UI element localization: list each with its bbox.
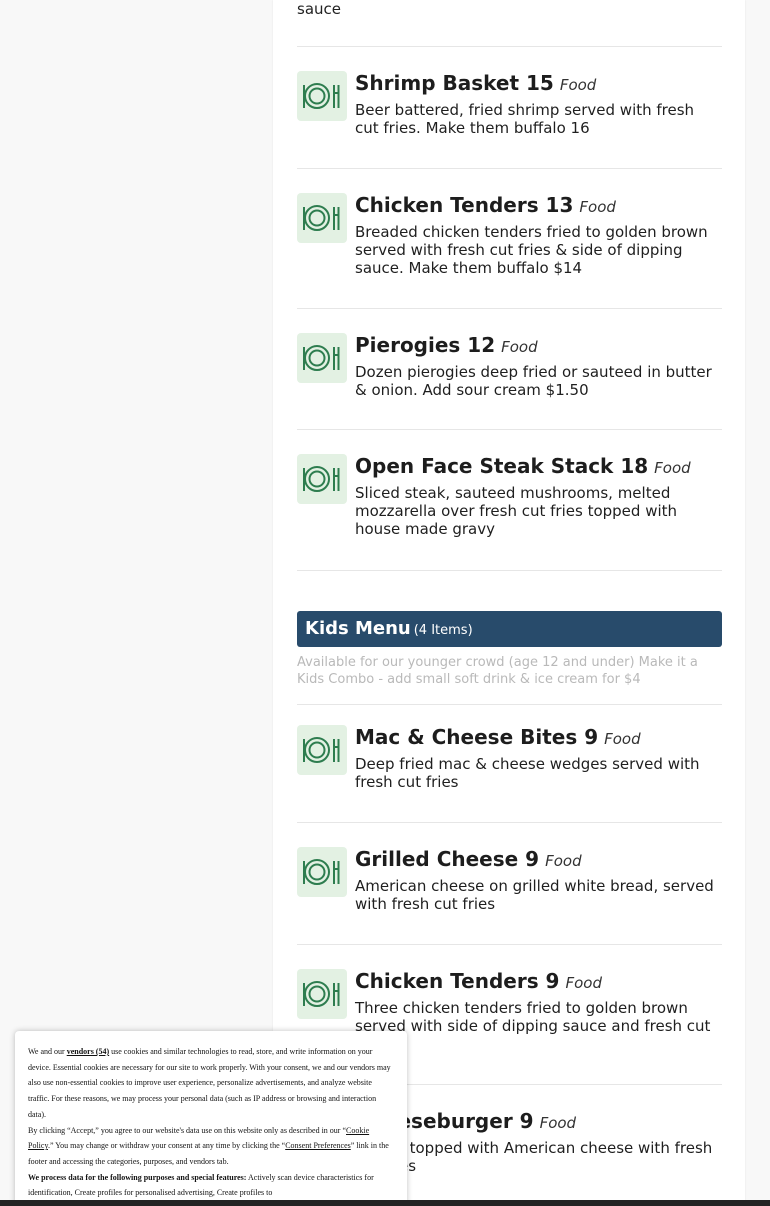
item-category-tag: Food <box>604 730 641 748</box>
bottom-bar <box>0 1200 770 1206</box>
item-category-tag: Food <box>565 974 602 992</box>
item-title: Chicken Tenders 9 <box>355 969 560 993</box>
item-description: Three chicken tenders fried to golden br… <box>355 999 711 1035</box>
divider <box>297 168 722 169</box>
vendors-link[interactable]: vendors (54) <box>67 1047 109 1056</box>
item-description: Sliced steak, sauteed mushrooms, melted … <box>355 484 678 538</box>
item-category-tag: Food <box>654 459 691 477</box>
item-title: Shrimp Basket 15 <box>355 71 554 95</box>
plate-fork-knife-icon <box>297 193 347 243</box>
cookie-text-paragraph: By clicking “Accept,” you agree to our w… <box>28 1123 393 1170</box>
item-category-tag: Food <box>501 338 538 356</box>
cookie-text-paragraph: We and our vendors (54) use cookies and … <box>28 1044 393 1123</box>
divider <box>297 46 722 47</box>
plate-fork-knife-icon <box>297 454 347 504</box>
cookie-text: .” You may change or withdraw your conse… <box>47 1141 286 1151</box>
item-category-tag: Food <box>579 198 616 216</box>
item-description: burger topped with American cheese with … <box>355 1139 713 1175</box>
divider <box>297 429 722 430</box>
item-category-tag: Food <box>559 76 597 94</box>
section-title: Kids Menu <box>305 618 411 639</box>
cookie-consent-banner[interactable]: We and our vendors (54) use cookies and … <box>15 1031 407 1206</box>
item-description: Dozen pierogies deep fried or sauteed in… <box>355 363 712 399</box>
item-description: Beer battered, fried shrimp served with … <box>355 101 695 137</box>
plate-fork-knife-icon <box>297 71 347 121</box>
divider <box>297 822 722 823</box>
cookie-text-paragraph: We process data for the following purpos… <box>28 1170 393 1201</box>
item-description: Deep fried mac & cheese wedges served wi… <box>355 755 700 791</box>
item-category-tag: Food <box>539 1114 577 1132</box>
item-title: Chicken Tenders 13 <box>355 193 574 217</box>
plate-fork-knife-icon <box>297 969 347 1019</box>
item-title: Pierogies 12 <box>355 333 496 357</box>
plate-fork-knife-icon <box>297 847 347 897</box>
cookie-text: By clicking “Accept,” you agree to our w… <box>28 1125 347 1135</box>
divider <box>297 704 722 705</box>
divider <box>297 570 722 571</box>
cookie-text: We and our <box>28 1047 67 1056</box>
item-description: American cheese on grilled white bread, … <box>355 877 714 913</box>
section-description: Available for our younger crowd (age 12 … <box>297 655 698 687</box>
menu-panel: sauce Shrimp Basket 15 Food Beer battered… <box>273 0 745 1206</box>
consent-preferences-link[interactable]: Consent Preferences <box>285 1141 351 1150</box>
divider <box>297 944 722 945</box>
cookie-text: use cookies and similar technologies to … <box>28 1047 391 1119</box>
plate-fork-knife-icon <box>297 333 347 383</box>
item-title: Grilled Cheese 9 <box>355 847 540 871</box>
item-category-tag: Food <box>545 852 582 870</box>
item-description: Breaded chicken tenders fried to golden … <box>355 223 708 277</box>
plate-fork-knife-icon <box>297 725 347 775</box>
divider <box>297 308 722 309</box>
section-header-kids-menu[interactable]: Kids Menu (4 Items) <box>297 611 722 647</box>
item-description: sauce <box>297 0 341 18</box>
cookie-purposes-heading: We process data for the following purpos… <box>28 1172 247 1182</box>
section-item-count: (4 Items) <box>413 623 473 638</box>
item-title: Mac & Cheese Bites 9 <box>355 725 599 749</box>
item-title: Open Face Steak Stack 18 <box>355 454 649 478</box>
